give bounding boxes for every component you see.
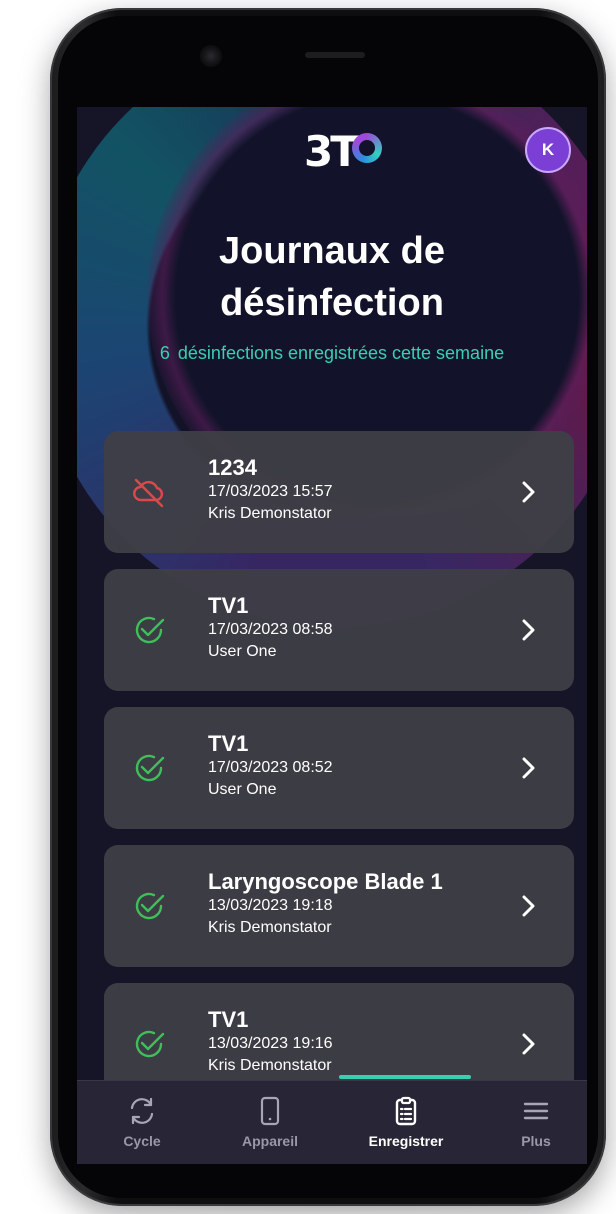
record-date: 17/03/2023 15:57 [208,483,333,500]
record-user: Kris Demonstator [208,919,332,936]
check-circle-icon [135,1030,165,1058]
refresh-icon [130,1097,154,1125]
app-screen: 3T K Journaux de désinfection 6 désinfect… [77,107,587,1164]
record-name: TV1 [208,731,249,756]
page-title-line-1: Journaux de [219,230,445,272]
record-list: 1234 17/03/2023 15:57 Kris Demonstator T… [104,431,574,1121]
nav-item-enregistrer[interactable]: Enregistrer [351,1095,461,1149]
nav-label-plus: Plus [521,1133,551,1149]
nav-item-appareil[interactable]: Appareil [215,1095,325,1149]
record-user: User One [208,781,277,798]
record-info: Laryngoscope Blade 1 13/03/2023 19:18 Kr… [208,869,508,939]
record-date: 13/03/2023 19:18 [208,897,333,914]
page-title-line-2: désinfection [220,282,444,324]
check-circle-icon [135,754,165,782]
active-tab-indicator [339,1075,471,1079]
chevron-right-icon [522,481,535,503]
record-card[interactable]: 1234 17/03/2023 15:57 Kris Demonstator [104,431,574,553]
chevron-right-icon [522,619,535,641]
front-camera [200,45,222,67]
record-card[interactable]: TV1 17/03/2023 08:52 User One [104,707,574,829]
nav-item-plus[interactable]: Plus [481,1095,587,1149]
record-card[interactable]: Laryngoscope Blade 1 13/03/2023 19:18 Kr… [104,845,574,967]
device-icon [260,1096,280,1126]
record-info: TV1 17/03/2023 08:52 User One [208,731,508,801]
logo-ring-icon [351,133,382,163]
record-name: TV1 [208,1007,249,1032]
record-user: User One [208,643,277,660]
record-user: Kris Demonstator [208,1057,332,1074]
record-name: TV1 [208,593,249,618]
page-title: Journaux de désinfection [77,225,587,329]
check-circle-icon [135,892,165,920]
chevron-right-icon [522,757,535,779]
nav-label-cycle: Cycle [123,1133,161,1149]
clipboard-icon [395,1096,417,1126]
record-name: 1234 [208,455,257,480]
weekly-summary: 6 désinfections enregistrées cette semain… [77,343,587,364]
weekly-text: désinfections enregistrées cette semaine [177,343,505,363]
nav-item-cycle[interactable]: Cycle [87,1095,197,1149]
chevron-right-icon [522,1033,535,1055]
menu-icon [523,1102,549,1120]
record-info: TV1 17/03/2023 08:58 User One [208,593,508,663]
record-card[interactable]: TV1 17/03/2023 08:58 User One [104,569,574,691]
record-info: TV1 13/03/2023 19:16 Kris Demonstator [208,1007,508,1077]
avatar[interactable]: K [525,127,571,173]
avatar-initial: K [541,140,555,159]
record-name: Laryngoscope Blade 1 [208,869,443,894]
record-date: 17/03/2023 08:52 [208,759,333,776]
earpiece-speaker [305,52,365,58]
app-logo: 3T [304,125,384,177]
nav-label-enregistrer: Enregistrer [368,1133,444,1149]
cloud-off-icon [133,478,164,508]
chevron-right-icon [522,895,535,917]
bottom-nav: Cycle Appareil Enregistrer Plus [77,1075,587,1164]
record-date: 13/03/2023 19:16 [208,1035,333,1052]
header: 3T K Journaux de désinfection 6 désinfect… [77,107,587,407]
nav-label-appareil: Appareil [241,1133,298,1149]
check-circle-icon [135,616,165,644]
logo-text: 3T [304,126,359,176]
record-date: 17/03/2023 08:58 [208,621,333,638]
record-user: Kris Demonstator [208,505,332,522]
weekly-count: 6 [159,343,170,363]
record-info: 1234 17/03/2023 15:57 Kris Demonstator [208,455,508,525]
